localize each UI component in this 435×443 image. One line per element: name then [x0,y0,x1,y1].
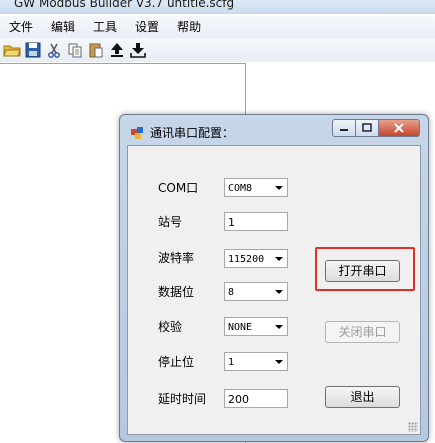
save-icon[interactable] [23,40,43,60]
parity-value: NONE [228,322,253,333]
parity-select[interactable]: NONE [224,317,288,336]
download-icon[interactable] [128,40,148,60]
station-input[interactable]: 1 [224,212,288,231]
com-port-select[interactable]: COM8 [224,178,288,197]
data-bits-label: 数据位 [158,285,195,299]
menu-edit[interactable]: 编辑 [42,16,84,38]
main-window-title: GW Modbus Builder V3.7 untitle.scfg [14,0,235,10]
chevron-down-icon [275,325,283,329]
maximize-button[interactable] [355,119,379,137]
dialog-client-area: COM口 站号 波特率 数据位 校验 停止位 延时时间 COM8 1 11520… [127,145,421,435]
open-port-button[interactable]: 打开串口 [325,260,400,282]
station-label: 站号 [158,215,183,229]
minimize-button[interactable] [332,119,356,137]
stop-bits-select[interactable]: 1 [224,352,288,371]
resize-grip-icon[interactable] [408,422,418,432]
menu-file[interactable]: 文件 [0,16,42,38]
menu-tools[interactable]: 工具 [84,16,126,38]
chevron-down-icon [275,290,283,294]
chevron-down-icon [275,360,283,364]
copy-icon[interactable] [65,40,85,60]
com-port-label: COM口 [158,181,199,195]
dialog-title-bar: 通讯串口配置： [130,124,234,141]
chevron-down-icon [275,257,283,261]
stop-bits-label: 停止位 [158,355,195,369]
upload-icon[interactable] [107,40,127,60]
app-icon [131,126,143,139]
menu-settings[interactable]: 设置 [126,16,168,38]
window-controls [332,119,420,137]
serial-config-dialog: 通讯串口配置： COM口 站号 波特率 数据位 校验 停止位 延时时间 COM8… [119,114,429,442]
data-bits-select[interactable]: 8 [224,282,288,301]
close-button[interactable] [378,119,420,137]
toolbar [0,38,435,62]
baud-rate-label: 波特率 [158,251,195,265]
close-port-button[interactable]: 关闭串口 [325,321,400,343]
parity-label: 校验 [158,320,183,334]
cut-icon[interactable] [44,40,64,60]
data-bits-value: 8 [228,287,235,298]
minimize-icon [340,129,348,131]
menu-help[interactable]: 帮助 [168,16,210,38]
main-title-bar: GW Modbus Builder V3.7 untitle.scfg [0,0,435,14]
open-folder-icon[interactable] [2,40,22,60]
close-icon [394,123,404,133]
baud-rate-select[interactable]: 115200 [224,249,288,268]
paste-icon[interactable] [86,40,106,60]
menu-bar: 文件 编辑 工具 设置 帮助 [0,16,435,38]
delay-time-label: 延时时间 [158,392,207,406]
dialog-title: 通讯串口配置： [150,126,235,140]
stop-bits-value: 1 [228,357,235,368]
com-port-value: COM8 [228,183,253,194]
baud-rate-value: 115200 [228,254,265,265]
maximize-icon [362,123,372,132]
delay-time-input[interactable]: 200 [224,389,288,408]
chevron-down-icon [275,186,283,190]
exit-button[interactable]: 退出 [325,386,400,408]
